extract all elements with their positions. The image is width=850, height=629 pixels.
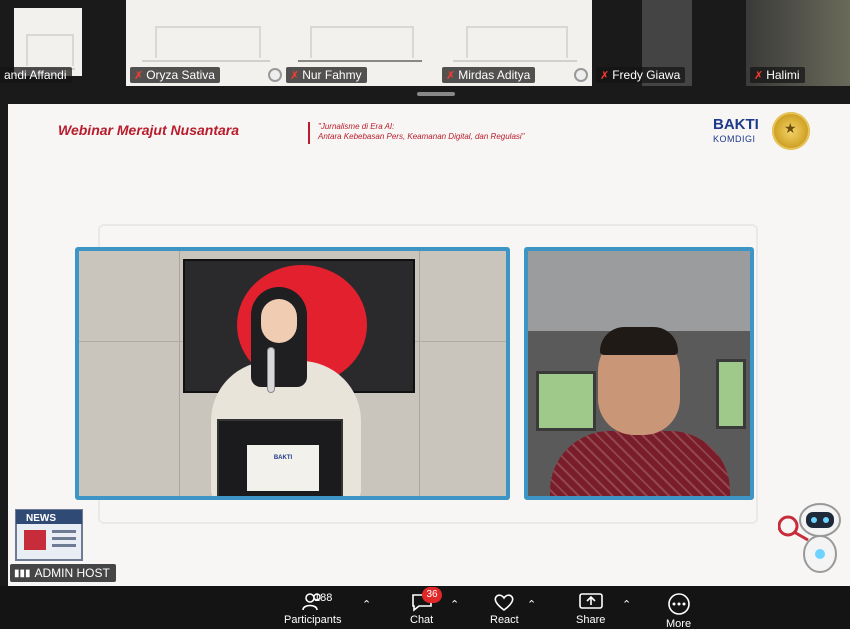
microphone-icon (267, 347, 275, 393)
chat-label: Chat (410, 614, 434, 626)
participant-name-tag: andi Affandi (0, 67, 72, 83)
gallery-resize-handle[interactable] (417, 92, 455, 96)
meeting-toolbar: 188 Participants ⌃ 36 Chat ⌃ React ⌃ Sha… (0, 586, 850, 629)
signal-bars-icon: ▮▮▮ (14, 567, 31, 579)
participant-name: andi Affandi (4, 68, 67, 82)
participant-count: 188 (314, 592, 333, 604)
more-icon (667, 593, 690, 615)
subtitle-line: Antara Kebebasan Pers, Keamanan Digital,… (318, 132, 525, 141)
participant-name: Oryza Sativa (146, 68, 215, 82)
gallery-strip: andi Affandi ✗ Oryza Sativa ✗ Nur Fahmy ✗ M… (0, 0, 850, 86)
title-divider (308, 122, 310, 144)
logo-subtext: KOMDIGI (713, 134, 756, 144)
share-button[interactable]: Share (576, 592, 605, 626)
share-chevron-up-icon[interactable]: ⌃ (622, 598, 631, 611)
mic-muted-icon: ✗ (754, 69, 764, 82)
share-label: Share (576, 614, 606, 626)
chat-button[interactable]: 36 Chat (410, 587, 442, 626)
share-screen-icon (578, 593, 603, 609)
participant-name: Fredy Giawa (612, 68, 681, 82)
gallery-tile[interactable]: ✗ Fredy Giawa (592, 0, 746, 86)
react-button[interactable]: React (490, 592, 519, 626)
participant-name-tag: ✗ Fredy Giawa (596, 67, 686, 83)
more-button[interactable]: More (666, 592, 691, 629)
webinar-title: Webinar Merajut Nusantara (58, 122, 240, 138)
heart-icon (494, 594, 514, 612)
bakti-logo: BAKTI KOMDIGI (713, 116, 759, 146)
shared-screen: Webinar Merajut Nusantara "Jurnalisme di… (8, 104, 850, 586)
react-label: React (490, 614, 519, 626)
participant-name-tag: ✗ Mirdas Aditya (442, 67, 536, 83)
host-name: ADMIN HOST (34, 566, 110, 580)
mic-muted-icon: ✗ (446, 69, 456, 82)
tile-video (14, 8, 82, 76)
gallery-tile[interactable]: ✗ Nur Fahmy (282, 0, 438, 86)
webinar-subtitle: "Jurnalisme di Era AI: Antara Kebebasan … (318, 122, 578, 142)
participant-name: Mirdas Aditya (458, 68, 531, 82)
newspaper-icon: NEWS (15, 509, 83, 561)
speaker-person (550, 431, 730, 496)
zoom-meeting-window: andi Affandi ✗ Oryza Sativa ✗ Nur Fahmy ✗ M… (0, 0, 850, 629)
participant-name: Halimi (766, 68, 800, 82)
more-label: More (666, 618, 692, 629)
host-name-tag: ▮▮▮ ADMIN HOST (10, 564, 116, 582)
gallery-tile[interactable]: ✗ Halimi (746, 0, 850, 86)
participant-name: Nur Fahmy (302, 68, 362, 82)
robot-mascot-icon (778, 503, 841, 573)
mic-muted-icon: ✗ (134, 69, 144, 82)
svg-text:NEWS: NEWS (26, 513, 56, 524)
emblem-icon (772, 112, 810, 150)
gallery-tile[interactable]: andi Affandi (0, 0, 84, 86)
chat-unread-badge: 36 (422, 587, 442, 603)
gallery-tile[interactable]: ✗ Oryza Sativa (126, 0, 286, 86)
participant-name-tag: ✗ Nur Fahmy (286, 67, 367, 83)
participant-name-tag: ✗ Oryza Sativa (130, 67, 220, 83)
participants-button[interactable]: 188 Participants (284, 592, 341, 626)
subtitle-line: "Jurnalisme di Era AI: (318, 122, 395, 131)
mic-muted-icon: ✗ (600, 69, 610, 82)
react-chevron-up-icon[interactable]: ⌃ (527, 598, 536, 611)
chat-chevron-up-icon[interactable]: ⌃ (450, 598, 459, 611)
logo-text: BAKTI (713, 116, 759, 133)
participants-label: Participants (284, 614, 342, 626)
speaker-video-2 (524, 247, 754, 500)
gallery-tile[interactable]: ✗ Mirdas Aditya (438, 0, 592, 86)
mic-muted-icon: ✗ (290, 69, 300, 82)
podium: BAKTI (217, 419, 343, 496)
participants-chevron-up-icon[interactable]: ⌃ (362, 598, 371, 611)
podium-logo: BAKTI (247, 445, 319, 491)
speaker-video-1: BAKTI (75, 247, 510, 500)
participant-name-tag: ✗ Halimi (750, 67, 805, 83)
